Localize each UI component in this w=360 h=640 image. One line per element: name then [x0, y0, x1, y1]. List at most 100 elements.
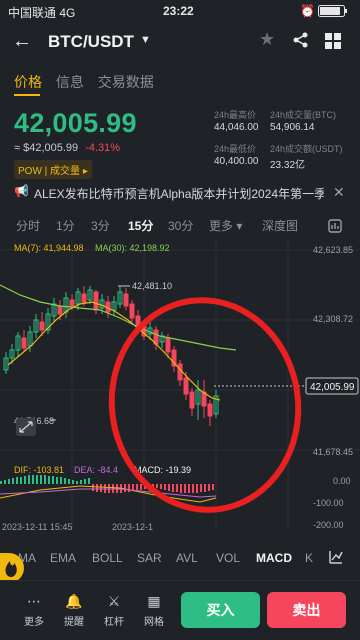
pair-title[interactable]: BTC/USDT	[48, 32, 134, 52]
bottom-more[interactable]: ⋯ 更多	[16, 593, 52, 628]
vol-usdt-label: 24h成交额(USDT)	[270, 144, 343, 154]
candle-body	[129, 303, 135, 319]
low-label: 24h最低价	[214, 144, 257, 154]
indicator-avl[interactable]: AVL	[176, 551, 198, 565]
macd-bar	[0, 481, 2, 484]
buy-button[interactable]: 买入	[181, 592, 260, 628]
bottom-bar: ⋯ 更多 🔔 提醒 ⚔ 杠杆 ▦ 网格 买入 卖出	[0, 580, 360, 640]
macd-bar	[140, 484, 142, 490]
macd-bar	[64, 478, 66, 484]
depth-chart-tab[interactable]: 深度图	[262, 217, 298, 234]
macd-bar	[172, 484, 174, 492]
sell-button[interactable]: 卖出	[267, 592, 346, 628]
share-icon[interactable]	[292, 31, 310, 54]
macd-bar	[24, 476, 26, 484]
grid-bot-icon: ▦	[147, 593, 161, 609]
indicator-bar: MA EMA BOLL SAR AVL VOL MACD K	[0, 548, 360, 570]
bottom-alert[interactable]: 🔔 提醒	[56, 593, 92, 628]
bottom-leverage[interactable]: ⚔ 杠杆	[96, 593, 132, 628]
candle-body	[93, 291, 99, 311]
indicator-macd[interactable]: MACD	[256, 551, 292, 565]
macd-bar	[52, 476, 54, 484]
candle-body	[165, 337, 171, 353]
interval-15m[interactable]: 15分	[128, 217, 153, 234]
y-label-1: 42,623.85	[313, 245, 353, 255]
macd-bar	[208, 484, 210, 491]
status-bar: 中国联通 4G 23:22 ⏰	[0, 0, 360, 22]
macd-label: MACD: -19.39	[134, 465, 191, 475]
macd-bar	[20, 477, 22, 484]
indicator-ema[interactable]: EMA	[50, 551, 76, 565]
indicator-boll[interactable]: BOLL	[92, 551, 123, 565]
clock: 23:22	[163, 4, 194, 18]
candle-body	[81, 293, 87, 303]
bottom-alert-label: 提醒	[64, 617, 84, 628]
macd-bar	[72, 480, 74, 484]
candle-body	[123, 293, 129, 307]
favorite-star-icon[interactable]: ★	[259, 29, 275, 50]
indicator-settings-icon[interactable]	[328, 549, 344, 568]
chart-settings-icon[interactable]	[328, 219, 342, 236]
candle-body	[57, 305, 63, 315]
fiat-price: ≈ $42,005.99	[14, 142, 79, 154]
high-marker: 42,481.10	[132, 281, 172, 291]
pair-header: ← BTC/USDT ▼ ★	[0, 26, 360, 58]
macd-bar	[196, 484, 198, 493]
news-text[interactable]: ALEX发布比特币预言机Alpha版本并计划2024年第一季...	[34, 185, 324, 202]
tab-info[interactable]: 信息	[56, 74, 84, 90]
indicator-k[interactable]: K	[305, 551, 313, 565]
y-label-5: -100.00	[313, 498, 344, 508]
macd-bar	[124, 484, 126, 492]
macd-bar	[192, 484, 194, 493]
last-price: 42,005.99	[14, 108, 137, 138]
macd-bar	[180, 484, 182, 493]
candle-body	[207, 403, 213, 417]
macd-bar	[88, 478, 90, 484]
kline-chart[interactable]: 42,005.99 MA(7): 41,944.98 MA(30): 42,19…	[0, 240, 360, 530]
vol-btc-label: 24h成交量(BTC)	[270, 110, 337, 120]
macd-bar	[160, 484, 162, 489]
macd-bar	[176, 484, 178, 492]
candle-body	[177, 363, 183, 381]
flame-fab-icon[interactable]	[0, 553, 24, 583]
macd-bar	[164, 484, 166, 490]
back-arrow-icon[interactable]: ←	[12, 30, 32, 53]
interval-more[interactable]: 更多 ▾	[209, 217, 242, 234]
macd-bar	[136, 484, 138, 490]
macd-bar	[56, 477, 58, 484]
alarm-icon: ⏰	[300, 4, 315, 18]
indicator-sar[interactable]: SAR	[137, 551, 162, 565]
vol-usdt-value: 23.32亿	[270, 160, 306, 171]
tab-price[interactable]: 价格	[14, 74, 42, 90]
battery-icon	[318, 5, 348, 20]
tab-trade-data[interactable]: 交易数据	[98, 74, 154, 90]
pow-volume-tag[interactable]: POW | 成交量 ▸	[14, 160, 92, 179]
news-banner[interactable]: 📢 ALEX发布比特币预言机Alpha版本并计划2024年第一季... ✕	[0, 182, 360, 204]
y-label-4: 0.00	[333, 476, 351, 486]
macd-bar	[4, 480, 6, 484]
close-icon[interactable]: ✕	[333, 184, 345, 201]
layout-grid-icon[interactable]	[325, 33, 341, 54]
macd-bar	[80, 480, 82, 484]
y-label-6: -200.00	[313, 520, 344, 530]
macd-bar	[40, 475, 42, 484]
macd-histogram	[0, 475, 214, 493]
pair-dropdown-icon[interactable]: ▼	[140, 34, 151, 46]
interval-1m[interactable]: 1分	[56, 217, 75, 234]
high-label: 24h最高价	[214, 110, 257, 120]
indicator-vol[interactable]: VOL	[216, 551, 240, 565]
y-label-2: 42,308.72	[313, 314, 353, 324]
macd-bar	[32, 475, 34, 484]
interval-3m[interactable]: 3分	[91, 217, 110, 234]
bottom-grid[interactable]: ▦ 网格	[136, 593, 172, 628]
megaphone-icon: 📢	[14, 184, 29, 198]
macd-bar	[12, 478, 14, 484]
interval-30m[interactable]: 30分	[168, 217, 193, 234]
macd-bar	[96, 484, 98, 492]
macd-bar	[28, 475, 30, 484]
leverage-icon: ⚔	[107, 593, 121, 609]
interval-timeline[interactable]: 分时	[16, 217, 40, 234]
macd-bar	[36, 475, 38, 484]
candle-body	[39, 321, 45, 331]
more-dots-icon: ⋯	[27, 593, 41, 609]
